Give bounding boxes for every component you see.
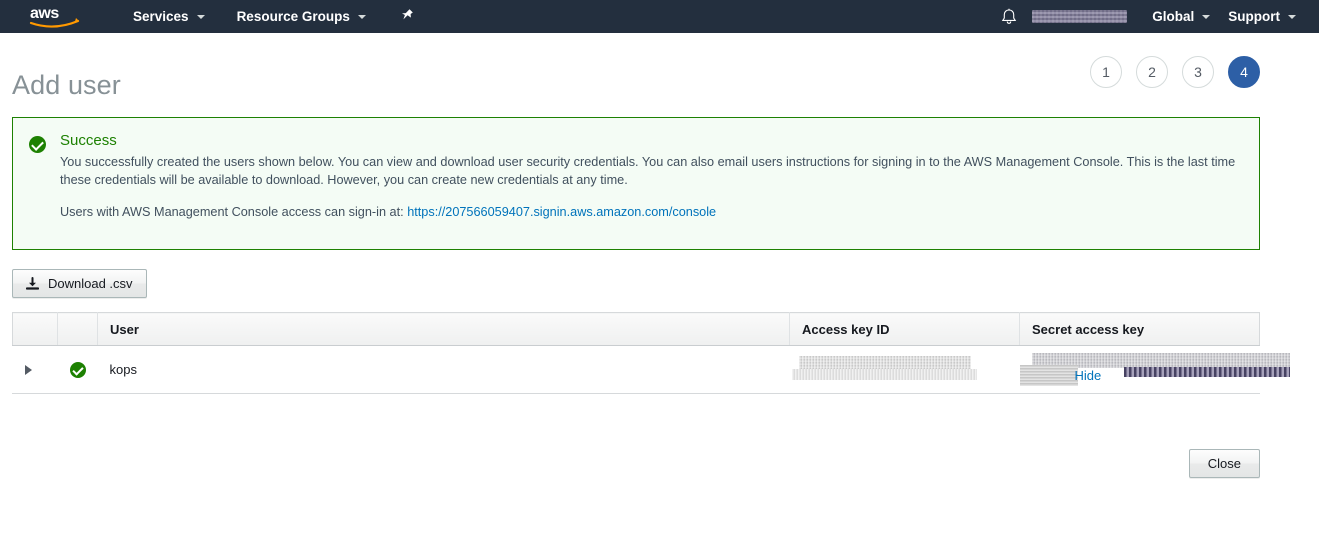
- nav-services-label: Services: [133, 9, 189, 24]
- chevron-down-icon: [196, 14, 205, 19]
- signin-url-line: Users with AWS Management Console access…: [60, 205, 1243, 219]
- credentials-table: User Access key ID Secret access key kop…: [12, 312, 1290, 394]
- step-3[interactable]: 3: [1182, 56, 1214, 88]
- nav-support-label: Support: [1228, 9, 1280, 24]
- download-csv-label: Download .csv: [48, 276, 133, 291]
- table-row: kops Hide: [12, 345, 1290, 394]
- success-alert-title: Success: [60, 132, 117, 149]
- step-1[interactable]: 1: [1090, 56, 1122, 88]
- row-secret-access-key-cell[interactable]: Hide: [1019, 345, 1290, 394]
- column-header-expand: [12, 312, 58, 346]
- close-button-label: Close: [1207, 456, 1241, 471]
- access-key-id-redacted: [798, 356, 971, 369]
- page-title: Add user: [12, 70, 121, 101]
- table-body: kops Hide: [12, 345, 1290, 394]
- chevron-down-icon: [357, 14, 366, 19]
- signin-url-link[interactable]: https://207566059407.signin.aws.amazon.c…: [407, 205, 716, 219]
- table-header-row: User Access key ID Secret access key: [12, 312, 1260, 346]
- table-bottom-divider: [12, 393, 1260, 394]
- column-header-status: [57, 312, 98, 346]
- nav-resource-groups[interactable]: Resource Groups: [228, 0, 375, 33]
- nav-region-selector[interactable]: Global: [1143, 0, 1219, 33]
- secret-access-key-redacted-secondary: [1123, 367, 1290, 377]
- nav-resource-groups-label: Resource Groups: [236, 9, 350, 24]
- nav-services[interactable]: Services: [124, 0, 214, 33]
- close-button[interactable]: Close: [1188, 449, 1260, 478]
- credentials-table-container: User Access key ID Secret access key kop…: [12, 312, 1290, 394]
- step-4[interactable]: 4: [1228, 56, 1260, 88]
- row-expand-cell[interactable]: [12, 345, 58, 394]
- bell-icon[interactable]: [1000, 7, 1018, 27]
- success-check-icon: [29, 136, 46, 153]
- top-navigation-bar: aws Services Resource Groups Global Supp…: [0, 0, 1319, 33]
- secret-access-key-redacted-tertiary: [1019, 365, 1078, 386]
- table-header: User Access key ID Secret access key: [12, 312, 1260, 346]
- row-user-cell: kops: [97, 345, 790, 394]
- bell-glyph-icon: [1002, 8, 1017, 24]
- pin-icon[interactable]: [399, 7, 415, 27]
- expand-triangle-icon[interactable]: [24, 364, 32, 375]
- download-glyph-icon: [25, 276, 40, 290]
- row-status-cell: [57, 345, 98, 394]
- download-icon: [25, 276, 40, 291]
- step-2[interactable]: 2: [1136, 56, 1168, 88]
- aws-logo-icon: aws: [29, 5, 80, 28]
- nav-support-menu[interactable]: Support: [1219, 0, 1305, 33]
- access-key-id-redacted-secondary: [791, 369, 977, 380]
- column-header-secret-access-key: Secret access key: [1019, 312, 1260, 346]
- chevron-down-icon: [1288, 14, 1296, 19]
- step-indicator: 1 2 3 4: [1090, 56, 1260, 88]
- signin-url-prefix: Users with AWS Management Console access…: [60, 205, 404, 219]
- aws-logo[interactable]: aws: [28, 4, 82, 30]
- column-header-access-key-id: Access key ID: [789, 312, 1020, 346]
- column-header-user: User: [97, 312, 790, 346]
- success-alert: Success You successfully created the use…: [12, 117, 1260, 250]
- success-alert-body: Success You successfully created the use…: [60, 132, 1243, 233]
- download-csv-button[interactable]: Download .csv: [12, 269, 147, 298]
- svg-text:aws: aws: [30, 5, 59, 22]
- success-check-icon: [69, 361, 86, 378]
- nav-region-label: Global: [1152, 9, 1195, 24]
- chevron-down-icon: [1202, 14, 1211, 19]
- row-access-key-id-cell[interactable]: [789, 345, 1020, 394]
- hide-secret-key-link[interactable]: Hide: [1075, 368, 1102, 383]
- pin-glyph-icon: [401, 8, 413, 19]
- account-name-redacted[interactable]: [1032, 10, 1128, 23]
- success-alert-message: You successfully created the users shown…: [60, 155, 1236, 187]
- nav-right-group: Global Support: [1000, 0, 1319, 33]
